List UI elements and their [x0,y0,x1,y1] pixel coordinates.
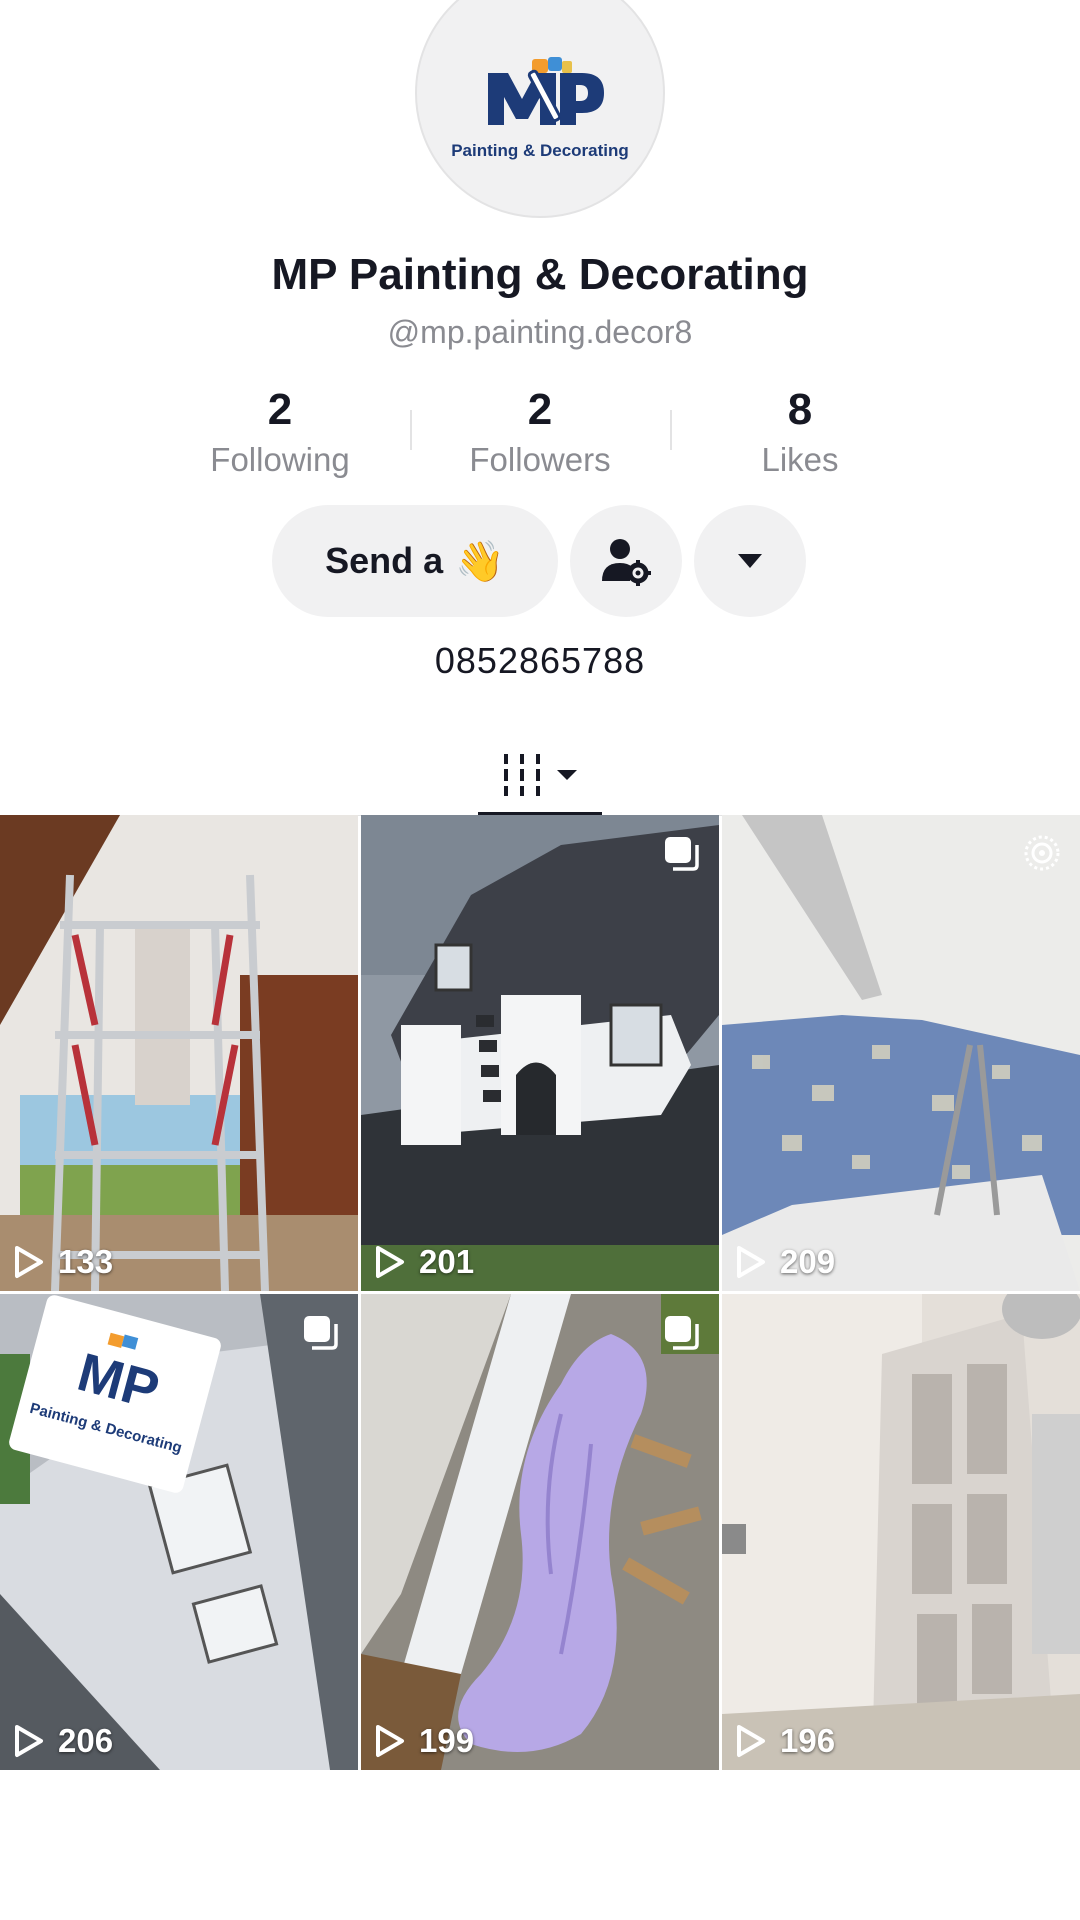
video-thumbnail[interactable]: 133 [0,815,358,1291]
stat-divider [670,410,672,450]
video-thumbnail[interactable]: 201 [361,815,719,1291]
view-count: 209 [736,1243,835,1281]
play-icon [376,1725,404,1757]
view-count-value: 196 [780,1722,836,1759]
caret-down-icon [738,554,762,568]
video-thumbnail-image [361,815,719,1291]
view-count-value: 201 [419,1243,475,1280]
play-icon [15,1246,43,1278]
stat-followers[interactable]: 2 Followers [410,385,670,495]
video-thumbnail[interactable]: 196 [722,1294,1080,1770]
video-thumbnail[interactable]: MP Painting & Decorating 206 [0,1294,358,1770]
video-thumbnail-image: MP Painting & Decorating [0,1294,358,1770]
wave-emoji-icon: 👋 [455,539,505,584]
grid-bars-icon [504,754,540,796]
stat-likes[interactable]: 8 Likes [670,385,930,495]
profile-actions: Send a 👋 [0,505,1080,617]
stack-icon [665,837,699,871]
chevron-down-icon [557,770,577,780]
profile-avatar[interactable]: Painting & Decorating [415,0,665,218]
send-wave-label: Send a [325,540,444,581]
tab-videos[interactable] [478,735,602,815]
logo-tagline: Painting & Decorating [451,141,629,160]
stat-following-label: Following [210,441,350,478]
video-thumbnail-image [361,1294,719,1770]
view-count: 206 [14,1722,113,1760]
profile-bio-phone: 0852865788 [434,640,646,681]
stat-likes-label: Likes [761,441,839,478]
target-circle-icon [1024,835,1060,871]
stack-icon [304,1316,338,1350]
video-thumbnail-image [722,815,1080,1291]
view-count-value: 133 [58,1243,114,1280]
more-options-button[interactable] [694,505,806,617]
stat-following-count: 2 [267,385,293,434]
play-icon [737,1725,765,1757]
view-count-value: 199 [419,1722,475,1759]
play-icon [737,1246,765,1278]
profile-tab-bar [0,735,1080,816]
view-count-value: 209 [780,1243,836,1280]
profile-stats: 2 Following 2 Followers 8 Likes [150,385,930,495]
video-thumbnail-image [722,1294,1080,1770]
brand-logo [470,55,610,135]
send-wave-button[interactable]: Send a 👋 [272,505,558,617]
video-thumbnail[interactable]: 199 [361,1294,719,1770]
video-thumbnail[interactable]: 209 [722,815,1080,1291]
profile-display-name: MP Painting & Decorating [271,250,809,299]
stat-following[interactable]: 2 Following [150,385,410,495]
play-icon [15,1725,43,1757]
stat-divider [410,410,412,450]
stat-followers-label: Followers [469,441,611,478]
view-count: 133 [14,1243,113,1281]
view-count: 199 [375,1722,474,1760]
person-gear-icon [602,539,651,586]
stat-followers-count: 2 [527,385,553,434]
view-count-value: 206 [58,1722,114,1759]
video-thumbnail-image [0,815,358,1291]
stack-icon [665,1316,699,1350]
view-count: 201 [375,1243,474,1281]
view-count: 196 [736,1722,835,1760]
play-icon [376,1246,404,1278]
profile-settings-button[interactable] [570,505,682,617]
profile-username: @mp.painting.decor8 [387,314,693,350]
stat-likes-count: 8 [787,385,813,434]
